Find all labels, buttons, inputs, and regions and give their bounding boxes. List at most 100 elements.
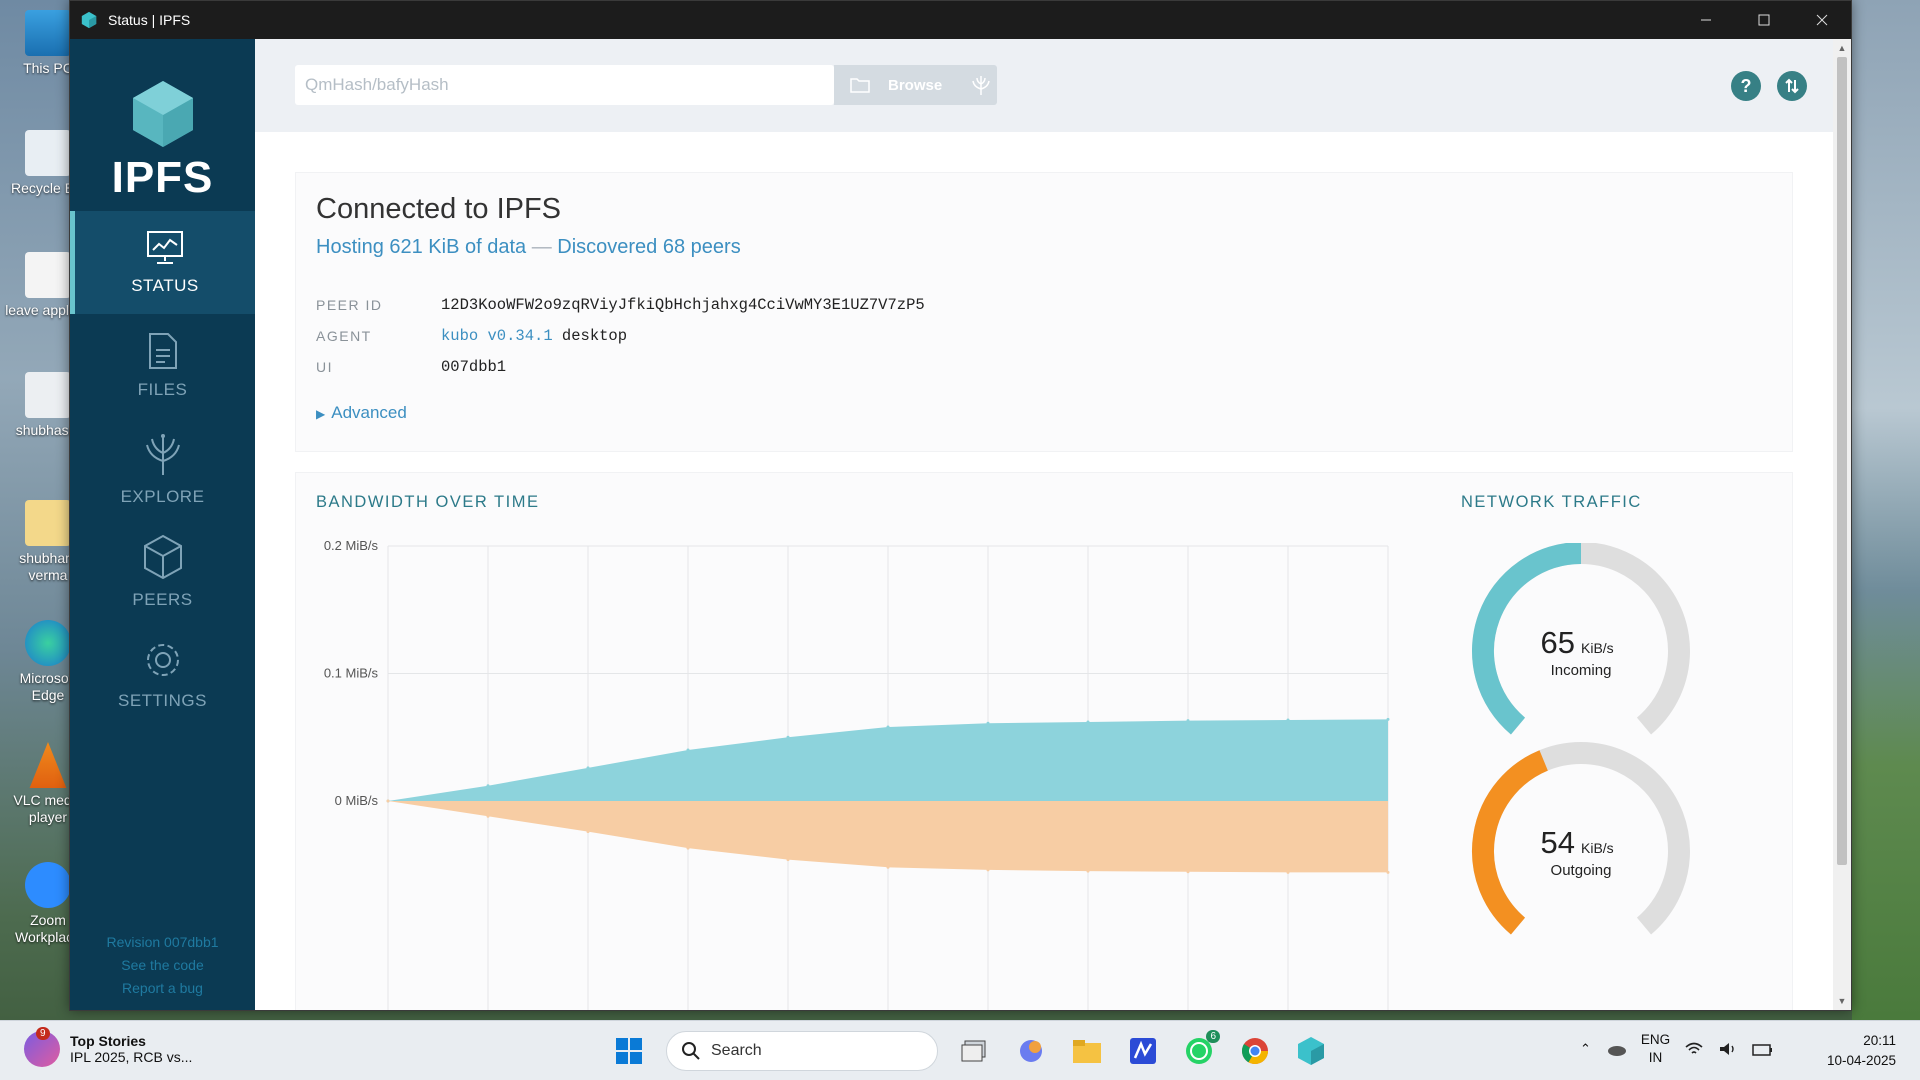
sidebar-item-label: STATUS (131, 275, 199, 295)
app-body: IPFS STATUS FILES EXPLORE PEERS SETTINGS… (70, 39, 1851, 1010)
agent-key: AGENT (316, 327, 372, 344)
zoom-icon (25, 862, 71, 908)
update-button[interactable] (1777, 71, 1807, 101)
start-button[interactable] (610, 1032, 648, 1070)
outgoing-area (388, 801, 1388, 873)
scrollbar[interactable]: ▲ ▼ (1833, 39, 1851, 1010)
chart-point (686, 846, 690, 850)
language-indicator[interactable]: ENG IN (1641, 1031, 1670, 1067)
scroll-up-icon[interactable]: ▲ (1833, 43, 1851, 53)
news-title: Top Stories (70, 1033, 146, 1049)
onedrive-icon[interactable] (1605, 1042, 1627, 1056)
chart-point (786, 858, 790, 862)
tray-overflow-icon[interactable]: ⌃ (1580, 1041, 1591, 1057)
chart-point (986, 868, 990, 872)
revision-link[interactable]: Revision 007dbb1 (70, 931, 255, 954)
battery-icon[interactable] (1752, 1041, 1774, 1057)
peer-id-key: PEER ID (316, 296, 383, 313)
logo[interactable]: IPFS (70, 39, 255, 211)
top-actions: ? (1731, 71, 1807, 101)
news-widget[interactable]: 9 Top Stories IPL 2025, RCB vs... (24, 1027, 193, 1067)
arrows-updown-icon (1785, 78, 1799, 94)
file-explorer-button[interactable] (1068, 1032, 1106, 1070)
close-button[interactable] (1793, 1, 1851, 39)
language-top: ENG (1640, 1032, 1671, 1047)
volume-icon[interactable] (1718, 1041, 1738, 1057)
ui-value: 007dbb1 (441, 357, 507, 376)
chart-point (1186, 870, 1190, 874)
ipfs-cube-icon (81, 11, 97, 29)
gauge-value: 65 (1541, 625, 1575, 660)
chart-point (486, 784, 490, 788)
expand-triangle-icon: ▶ (316, 407, 326, 421)
bandwidth-title: BANDWIDTH OVER TIME (316, 493, 540, 511)
ipfs-taskbar-button[interactable] (1292, 1032, 1330, 1070)
sidebar-item-explore[interactable]: EXPLORE (70, 417, 255, 520)
agent-version-link[interactable]: kubo v0.34.1 (441, 327, 553, 345)
edge-icon (25, 620, 71, 666)
search-input[interactable]: QmHash/bafyHash (295, 65, 834, 105)
title-bar: Status | IPFS (70, 1, 1851, 39)
editor-app-button[interactable] (1124, 1032, 1162, 1070)
chart-point (486, 814, 490, 818)
hosting-link[interactable]: Hosting 621 KiB of data (316, 236, 526, 258)
chart-point (1386, 870, 1390, 874)
wifi-icon[interactable] (1684, 1041, 1704, 1057)
summary-separator: — (531, 236, 552, 258)
task-view-button[interactable] (956, 1032, 994, 1070)
logo-text: IPFS (111, 153, 214, 202)
chart-point (386, 799, 390, 803)
chart-point (986, 721, 990, 725)
ipfs-window: Status | IPFS IPFS STATUS FILES EXPLORE … (69, 0, 1852, 1011)
scrollbar-thumb[interactable] (1837, 57, 1847, 865)
copilot-icon (1020, 1040, 1042, 1062)
news-subtitle: IPL 2025, RCB vs... (70, 1049, 193, 1065)
chart-point (686, 748, 690, 752)
sidebar-item-files[interactable]: FILES (70, 314, 255, 417)
gauge-unit: KiB/s (1581, 640, 1614, 656)
maximize-button[interactable] (1735, 1, 1793, 39)
chart-point (1386, 717, 1390, 721)
whatsapp-button[interactable]: 6 (1180, 1030, 1220, 1070)
peers-link[interactable]: Discovered 68 peers (557, 236, 740, 258)
help-icon: ? (1740, 75, 1752, 96)
connection-summary: Hosting 621 KiB of data — Discovered 68 … (316, 236, 1772, 259)
taskbar-search[interactable]: Search (666, 1031, 938, 1071)
editor-app-icon (1130, 1038, 1156, 1064)
minimize-button[interactable] (1677, 1, 1735, 39)
agent-row: AGENT kubo v0.34.1 desktop (316, 320, 1772, 351)
folder-icon (850, 78, 870, 93)
clock[interactable]: 20:11 10-04-2025 (1827, 1031, 1896, 1071)
explore-icon (972, 76, 990, 95)
document-icon (25, 252, 71, 298)
sidebar-item-peers[interactable]: PEERS (70, 520, 255, 623)
chart-point (1286, 718, 1290, 722)
folder-icon (25, 500, 71, 546)
bandwidth-chart: 0.2 MiB/s 0.1 MiB/s 0 MiB/s (324, 538, 1390, 1010)
news-badge: 9 (36, 1027, 50, 1040)
incoming-area (388, 719, 1388, 801)
traffic-title: NETWORK TRAFFIC (1461, 493, 1642, 511)
top-bar: QmHash/bafyHash Browse ? (255, 39, 1851, 132)
advanced-toggle[interactable]: ▶ Advanced (316, 403, 1772, 423)
task-view-icon (961, 1040, 986, 1062)
news-icon: 9 (24, 1027, 60, 1067)
report-bug-link[interactable]: Report a bug (70, 977, 255, 1000)
sidebar-item-status[interactable]: STATUS (70, 211, 255, 314)
taskbar-apps: Search 6 (610, 1030, 1330, 1071)
scroll-down-icon[interactable]: ▼ (1833, 996, 1851, 1006)
files-icon (148, 332, 177, 369)
see-code-link[interactable]: See the code (70, 954, 255, 977)
help-button[interactable]: ? (1731, 71, 1761, 101)
gauge-value: 54 (1541, 825, 1575, 860)
search-icon (682, 1042, 700, 1060)
copilot-button[interactable] (1012, 1032, 1050, 1070)
clock-time: 20:11 (1863, 1033, 1896, 1048)
ipfs-logo-icon (132, 81, 193, 147)
status-content: Connected to IPFS Hosting 621 KiB of dat… (255, 132, 1833, 1010)
browse-button[interactable]: Browse (834, 65, 997, 105)
chart-y-tick-label: 0.2 MiB/s (324, 538, 379, 553)
chrome-button[interactable] (1236, 1032, 1274, 1070)
sidebar-item-settings[interactable]: SETTINGS (70, 623, 255, 726)
outgoing-gauge-arc (1472, 750, 1549, 935)
